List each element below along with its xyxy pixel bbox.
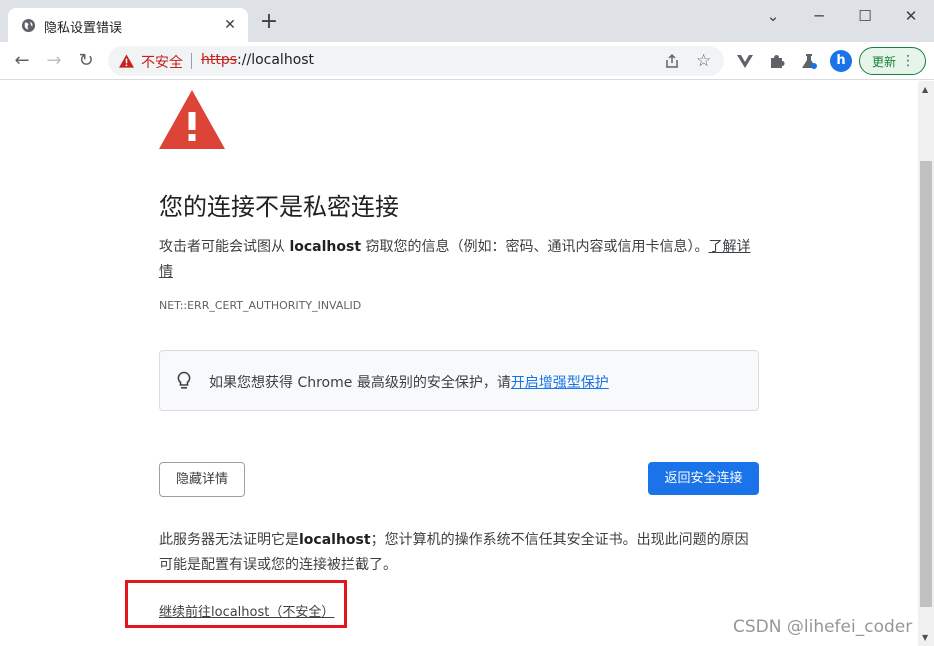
lightbulb-icon <box>177 371 191 389</box>
url-host: ://localhost <box>237 52 315 68</box>
not-secure-label[interactable]: 不安全 <box>141 52 183 72</box>
tab-privacy-error[interactable]: 隐私设置错误 ✕ <box>8 8 248 42</box>
promo-label: 如果您想获得 Chrome 最高级别的安全保护，请 <box>209 375 511 391</box>
tab-search-icon[interactable]: ⌄ <box>762 6 784 26</box>
url-text[interactable]: https://localhost <box>201 52 314 68</box>
promo-text: 如果您想获得 Chrome 最高级别的安全保护，请开启增强型保护 <box>209 372 609 392</box>
minimize-button[interactable]: ─ <box>808 6 830 26</box>
watermark: CSDN @lihefei_coder <box>733 617 913 637</box>
error-code[interactable]: NET::ERR_CERT_AUTHORITY_INVALID <box>159 299 361 312</box>
scrollbar[interactable]: ▲ ▼ <box>918 81 934 646</box>
labs-flask-icon[interactable] <box>800 52 818 70</box>
close-window-button[interactable]: ✕ <box>900 6 922 26</box>
extensions-puzzle-icon[interactable] <box>768 52 786 70</box>
warning-triangle-icon <box>159 90 225 149</box>
detail-host: localhost <box>299 532 371 548</box>
warning-icon[interactable] <box>119 54 134 68</box>
desc-host: localhost <box>289 239 362 255</box>
maximize-button[interactable]: ☐ <box>854 6 876 26</box>
share-icon[interactable] <box>664 53 680 69</box>
address-bar[interactable]: 不安全 https://localhost ☆ <box>108 46 724 76</box>
hide-details-button[interactable]: 隐藏详情 <box>159 462 245 497</box>
tab-strip: 隐私设置错误 ✕ + ⌄ ─ ☐ ✕ <box>0 0 934 42</box>
tab-title: 隐私设置错误 <box>44 21 123 36</box>
update-button[interactable]: 更新 ⋮ <box>859 47 926 75</box>
menu-dots-icon: ⋮ <box>901 53 915 69</box>
enhanced-protection-promo: 如果您想获得 Chrome 最高级别的安全保护，请开启增强型保护 <box>159 350 759 411</box>
page-description: 攻击者可能会试图从 localhost 窃取您的信息（例如：密码、通讯内容或信用… <box>159 235 759 285</box>
scroll-thumb[interactable] <box>920 161 932 607</box>
tab-close-icon[interactable]: ✕ <box>222 17 238 33</box>
omnibox-divider <box>191 53 192 69</box>
desc-suffix: 窃取您的信息（例如：密码、通讯内容或信用卡信息）。 <box>361 239 709 255</box>
bookmark-star-icon[interactable]: ☆ <box>696 51 711 71</box>
reload-button[interactable]: ↻ <box>74 49 98 73</box>
forward-button[interactable]: → <box>42 49 66 73</box>
back-to-safety-button[interactable]: 返回安全连接 <box>648 462 759 495</box>
new-tab-button[interactable]: + <box>258 11 280 34</box>
detail-prefix: 此服务器无法证明它是 <box>159 532 299 548</box>
details-text: 此服务器无法证明它是localhost；您计算机的操作系统不信任其安全证书。出现… <box>159 528 759 578</box>
enable-enhanced-protection-link[interactable]: 开启增强型保护 <box>511 375 609 391</box>
url-scheme: https <box>201 52 238 68</box>
desc-prefix: 攻击者可能会试图从 <box>159 239 290 255</box>
toolbar: ← → ↻ 不安全 https://localhost ☆ h 更新 ⋮ <box>0 42 934 80</box>
interstitial-page: 您的连接不是私密连接 攻击者可能会试图从 localhost 窃取您的信息（例如… <box>0 81 918 646</box>
update-label: 更新 <box>872 55 897 69</box>
highlight-annotation <box>125 580 347 628</box>
profile-avatar[interactable]: h <box>830 50 852 72</box>
page-title: 您的连接不是私密连接 <box>159 193 399 221</box>
globe-icon <box>21 18 36 33</box>
vue-devtools-icon[interactable] <box>736 52 754 70</box>
scroll-down-arrow-icon[interactable]: ▼ <box>922 633 928 642</box>
scroll-up-arrow-icon[interactable]: ▲ <box>922 85 928 94</box>
back-button[interactable]: ← <box>10 49 34 73</box>
